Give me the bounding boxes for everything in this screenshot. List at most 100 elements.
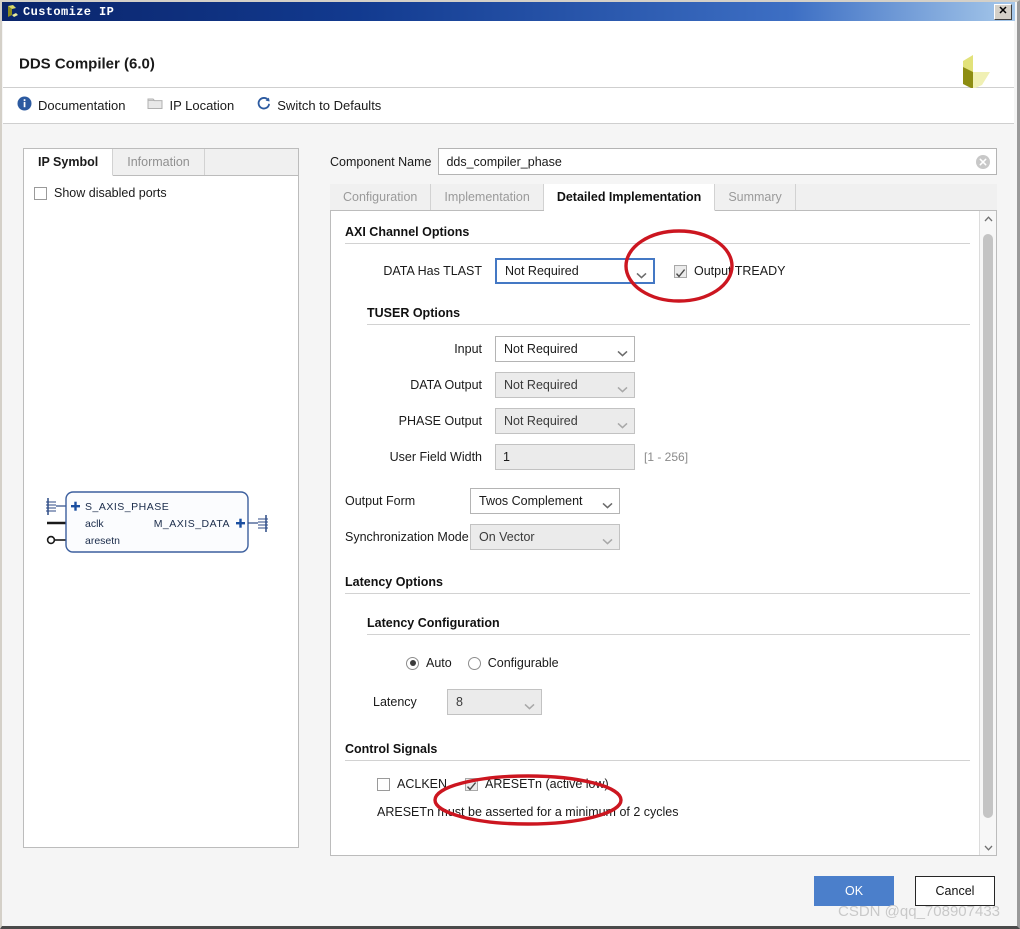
dialog-header: DDS Compiler (6.0) <box>3 21 1014 89</box>
latency-auto-radio-row[interactable]: Auto <box>406 656 452 670</box>
customize-ip-dialog: Customize IP ✕ DDS Compiler (6.0) Docume <box>0 0 1020 929</box>
synchronization-mode-select[interactable]: On Vector <box>470 524 620 550</box>
user-field-width-range-hint: [1 - 256] <box>644 450 689 464</box>
switch-to-defaults-button[interactable]: Switch to Defaults <box>256 96 381 116</box>
ip-symbol-panel: IP Symbol Information Show disabled port… <box>23 148 299 848</box>
tab-implementation-label: Implementation <box>444 190 530 204</box>
latency-config-radio-group: Auto Configurable <box>406 656 979 670</box>
configuration-panel: Component Name dds_compiler_phase Config… <box>330 148 997 856</box>
tuser-phase-output-value: Not Required <box>504 414 578 428</box>
svg-text:M_AXIS_DATA: M_AXIS_DATA <box>154 518 230 530</box>
svg-text:aclk: aclk <box>85 518 104 530</box>
switch-to-defaults-label: Switch to Defaults <box>277 98 382 113</box>
svg-text:aresetn: aresetn <box>85 535 120 547</box>
synchronization-mode-value: On Vector <box>479 530 535 544</box>
tab-summary-label: Summary <box>728 190 782 204</box>
left-panel-tabstrip: IP Symbol Information <box>24 149 298 176</box>
tuser-data-output-value: Not Required <box>504 378 578 392</box>
tuser-input-label: Input <box>454 342 482 356</box>
left-tabstrip-filler <box>204 149 298 175</box>
main-tabstrip: Configuration Implementation Detailed Im… <box>330 184 997 211</box>
ok-button[interactable]: OK <box>814 876 894 906</box>
output-form-row: Output Form Twos Complement <box>345 488 979 514</box>
tuser-options-heading: TUSER Options <box>367 306 461 320</box>
window-title: Customize IP <box>23 4 115 19</box>
data-has-tlast-value: Not Required <box>505 264 579 278</box>
info-icon <box>17 96 32 116</box>
tuser-phase-output-row: PHASE Output Not Required <box>345 408 979 434</box>
aclken-label: ACLKEN <box>397 777 448 791</box>
aresetn-checkbox[interactable] <box>465 777 479 791</box>
user-field-width-value: 1 <box>503 450 510 464</box>
chevron-down-icon <box>636 268 647 279</box>
scrollbar-track[interactable] <box>980 226 996 840</box>
latency-configurable-radio-row[interactable]: Configurable <box>467 656 559 670</box>
aresetn-checkbox-row[interactable]: ARESETn (active low) <box>465 777 609 791</box>
data-has-tlast-row: DATA Has TLAST Not Required Output TREAD… <box>345 258 979 284</box>
main-tabstrip-filler <box>795 184 997 210</box>
clear-circle-icon[interactable] <box>975 154 991 170</box>
settings-scroll-area: AXI Channel Options DATA Has TLAST Not R… <box>331 211 979 855</box>
latency-configurable-radio[interactable] <box>467 656 481 670</box>
scroll-down-icon[interactable] <box>980 840 996 855</box>
latency-options-rule <box>345 593 970 594</box>
component-name-row: Component Name dds_compiler_phase <box>330 148 997 175</box>
svg-text:S_AXIS_PHASE: S_AXIS_PHASE <box>85 501 169 513</box>
control-signals-rule <box>345 760 970 761</box>
tuser-input-select[interactable]: Not Required <box>495 336 635 362</box>
tab-ip-symbol[interactable]: IP Symbol <box>24 149 114 176</box>
xilinx-logo-icon <box>4 4 20 20</box>
ip-location-label: IP Location <box>169 98 235 113</box>
settings-scrollbar[interactable] <box>979 211 996 855</box>
aclken-checkbox-row[interactable]: ACLKEN <box>377 777 447 791</box>
page-title: DDS Compiler (6.0) <box>19 55 155 73</box>
tuser-input-value: Not Required <box>504 342 578 356</box>
tab-ip-symbol-label: IP Symbol <box>38 155 99 169</box>
latency-options-heading: Latency Options <box>345 575 443 589</box>
show-disabled-ports-row[interactable]: Show disabled ports <box>34 186 298 200</box>
latency-configuration-rule <box>367 634 970 635</box>
user-field-width-label: User Field Width <box>389 450 482 464</box>
show-disabled-ports-checkbox[interactable] <box>34 186 47 200</box>
tab-implementation[interactable]: Implementation <box>431 184 544 210</box>
output-form-select[interactable]: Twos Complement <box>470 488 620 514</box>
output-tready-checkbox-row[interactable]: Output TREADY <box>674 264 785 278</box>
tuser-phase-output-label: PHASE Output <box>398 414 482 428</box>
close-icon[interactable]: ✕ <box>994 3 1012 20</box>
folder-icon <box>147 96 163 115</box>
tab-detailed-implementation-label: Detailed Implementation <box>556 190 702 204</box>
aclken-checkbox[interactable] <box>377 777 390 791</box>
tuser-data-output-row: DATA Output Not Required <box>345 372 979 398</box>
control-signals-checkbox-row: ACLKEN ARESETn (active low) <box>377 777 979 791</box>
latency-auto-radio[interactable] <box>406 656 419 670</box>
user-field-width-input[interactable]: 1 <box>495 444 635 470</box>
latency-auto-label: Auto <box>426 656 452 670</box>
chevron-down-icon <box>524 699 535 710</box>
tab-content-detailed-implementation: AXI Channel Options DATA Has TLAST Not R… <box>330 211 997 856</box>
tab-detailed-implementation[interactable]: Detailed Implementation <box>543 184 716 211</box>
documentation-button[interactable]: Documentation <box>17 96 125 116</box>
data-has-tlast-select[interactable]: Not Required <box>495 258 655 284</box>
tab-information[interactable]: Information <box>113 149 205 175</box>
window-titlebar: Customize IP ✕ <box>2 2 1015 21</box>
scrollbar-thumb[interactable] <box>983 234 993 818</box>
data-has-tlast-label: DATA Has TLAST <box>383 264 482 278</box>
tuser-phase-output-select[interactable]: Not Required <box>495 408 635 434</box>
cancel-button[interactable]: Cancel <box>915 876 995 906</box>
dialog-footer: OK Cancel <box>3 862 1014 923</box>
tab-summary[interactable]: Summary <box>715 184 796 210</box>
ip-location-button[interactable]: IP Location <box>147 96 234 115</box>
chevron-down-icon <box>617 346 628 357</box>
output-tready-label: Output TREADY <box>694 264 786 278</box>
check-mark-icon <box>675 266 686 277</box>
scroll-up-icon[interactable] <box>980 211 996 226</box>
latency-row: Latency 8 <box>345 689 979 715</box>
tuser-data-output-select[interactable]: Not Required <box>495 372 635 398</box>
component-name-label: Component Name <box>330 154 432 169</box>
latency-select[interactable]: 8 <box>447 689 542 715</box>
component-name-input[interactable]: dds_compiler_phase <box>438 148 997 175</box>
tab-configuration[interactable]: Configuration <box>330 184 432 210</box>
synchronization-mode-row: Synchronization Mode On Vector <box>345 524 979 550</box>
output-tready-checkbox[interactable] <box>674 264 687 278</box>
user-field-width-row: User Field Width 1 [1 - 256] <box>345 444 979 470</box>
